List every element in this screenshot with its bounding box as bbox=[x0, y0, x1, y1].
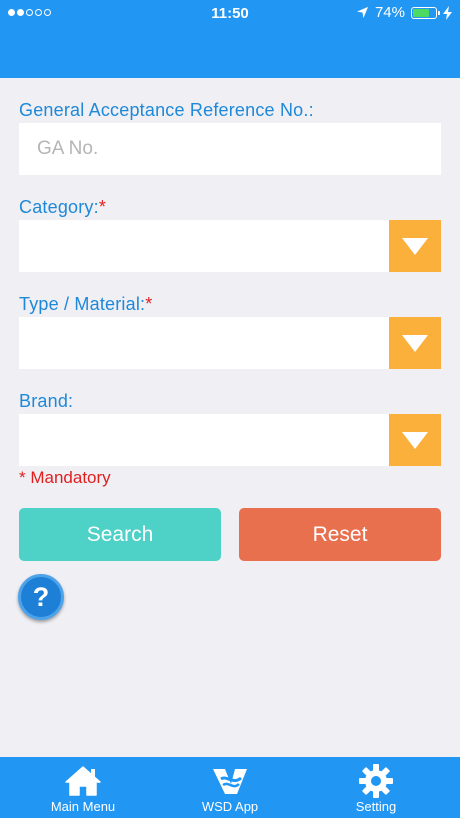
reset-button[interactable]: Reset bbox=[239, 508, 441, 561]
tab-label: Setting bbox=[355, 799, 397, 814]
search-button[interactable]: Search bbox=[19, 508, 221, 561]
question-mark-icon: ? bbox=[32, 581, 50, 612]
category-dropdown-button[interactable] bbox=[389, 220, 441, 272]
ga-label: General Acceptance Reference No.: bbox=[19, 100, 314, 120]
battery-fill bbox=[413, 8, 429, 17]
battery-percentage: 74% bbox=[374, 4, 405, 21]
tab-label: Main Menu bbox=[50, 799, 116, 814]
charging-bolt-icon bbox=[443, 5, 452, 20]
triangle-down-icon bbox=[402, 237, 428, 255]
battery-icon bbox=[411, 6, 440, 19]
brand-label: Brand: bbox=[19, 391, 74, 411]
mandatory-note: * Mandatory bbox=[19, 468, 111, 487]
home-icon bbox=[65, 766, 101, 796]
tab-wsd-app[interactable]: WSD App bbox=[160, 757, 300, 818]
triangle-down-icon bbox=[402, 334, 428, 352]
category-label: Category:* bbox=[19, 197, 107, 217]
required-mark: * bbox=[98, 197, 107, 217]
tab-bar: Main Menu WSD App Setting bbox=[0, 757, 460, 818]
brand-dropdown-button[interactable] bbox=[389, 414, 441, 466]
type-material-dropdown[interactable] bbox=[19, 317, 441, 369]
status-bar: 11:50 74% bbox=[0, 0, 460, 26]
triangle-down-icon bbox=[402, 431, 428, 449]
tab-main-menu[interactable]: Main Menu bbox=[13, 757, 153, 818]
required-mark: * bbox=[145, 294, 153, 314]
type-material-label: Type / Material:* bbox=[19, 294, 153, 314]
gear-icon bbox=[359, 764, 393, 798]
tab-setting[interactable]: Setting bbox=[306, 757, 446, 818]
brand-dropdown[interactable] bbox=[19, 414, 441, 466]
location-arrow-icon bbox=[356, 6, 369, 19]
tab-label: WSD App bbox=[201, 799, 259, 814]
type-material-dropdown-button[interactable] bbox=[389, 317, 441, 369]
wsd-logo-icon bbox=[213, 769, 247, 794]
category-dropdown[interactable] bbox=[19, 220, 441, 272]
ga-number-input[interactable] bbox=[19, 123, 441, 175]
help-button[interactable]: ? bbox=[18, 574, 64, 620]
